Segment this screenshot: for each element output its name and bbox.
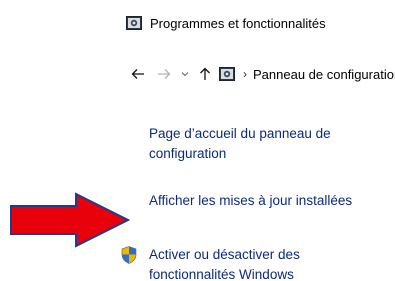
control-panel-home-link[interactable]: Page d’accueil du panneau de configurati…	[149, 124, 389, 164]
title-bar: Programmes et fonctionnalités	[126, 13, 326, 33]
control-panel-icon	[219, 66, 235, 82]
up-arrow-icon[interactable]	[199, 64, 211, 84]
red-arrow-icon	[10, 192, 130, 248]
uac-shield-icon	[121, 246, 137, 264]
breadcrumb[interactable]: › Panneau de configuration	[219, 66, 395, 82]
address-navigation-bar: › Panneau de configuration	[131, 64, 395, 84]
forward-arrow-icon[interactable]	[157, 64, 171, 84]
breadcrumb-item-control-panel[interactable]: Panneau de configuration	[253, 67, 395, 82]
back-arrow-icon[interactable]	[131, 64, 145, 84]
windows-features-link[interactable]: Activer ou désactiver des fonctionnalité…	[149, 245, 389, 281]
chevron-down-icon[interactable]	[181, 64, 189, 84]
control-panel-window: Programmes et fonctionnalités › Panneau …	[0, 0, 395, 281]
window-title: Programmes et fonctionnalités	[150, 15, 326, 31]
control-panel-icon	[126, 15, 142, 31]
breadcrumb-separator: ›	[243, 67, 247, 81]
view-installed-updates-link[interactable]: Afficher les mises à jour installées	[149, 191, 389, 211]
